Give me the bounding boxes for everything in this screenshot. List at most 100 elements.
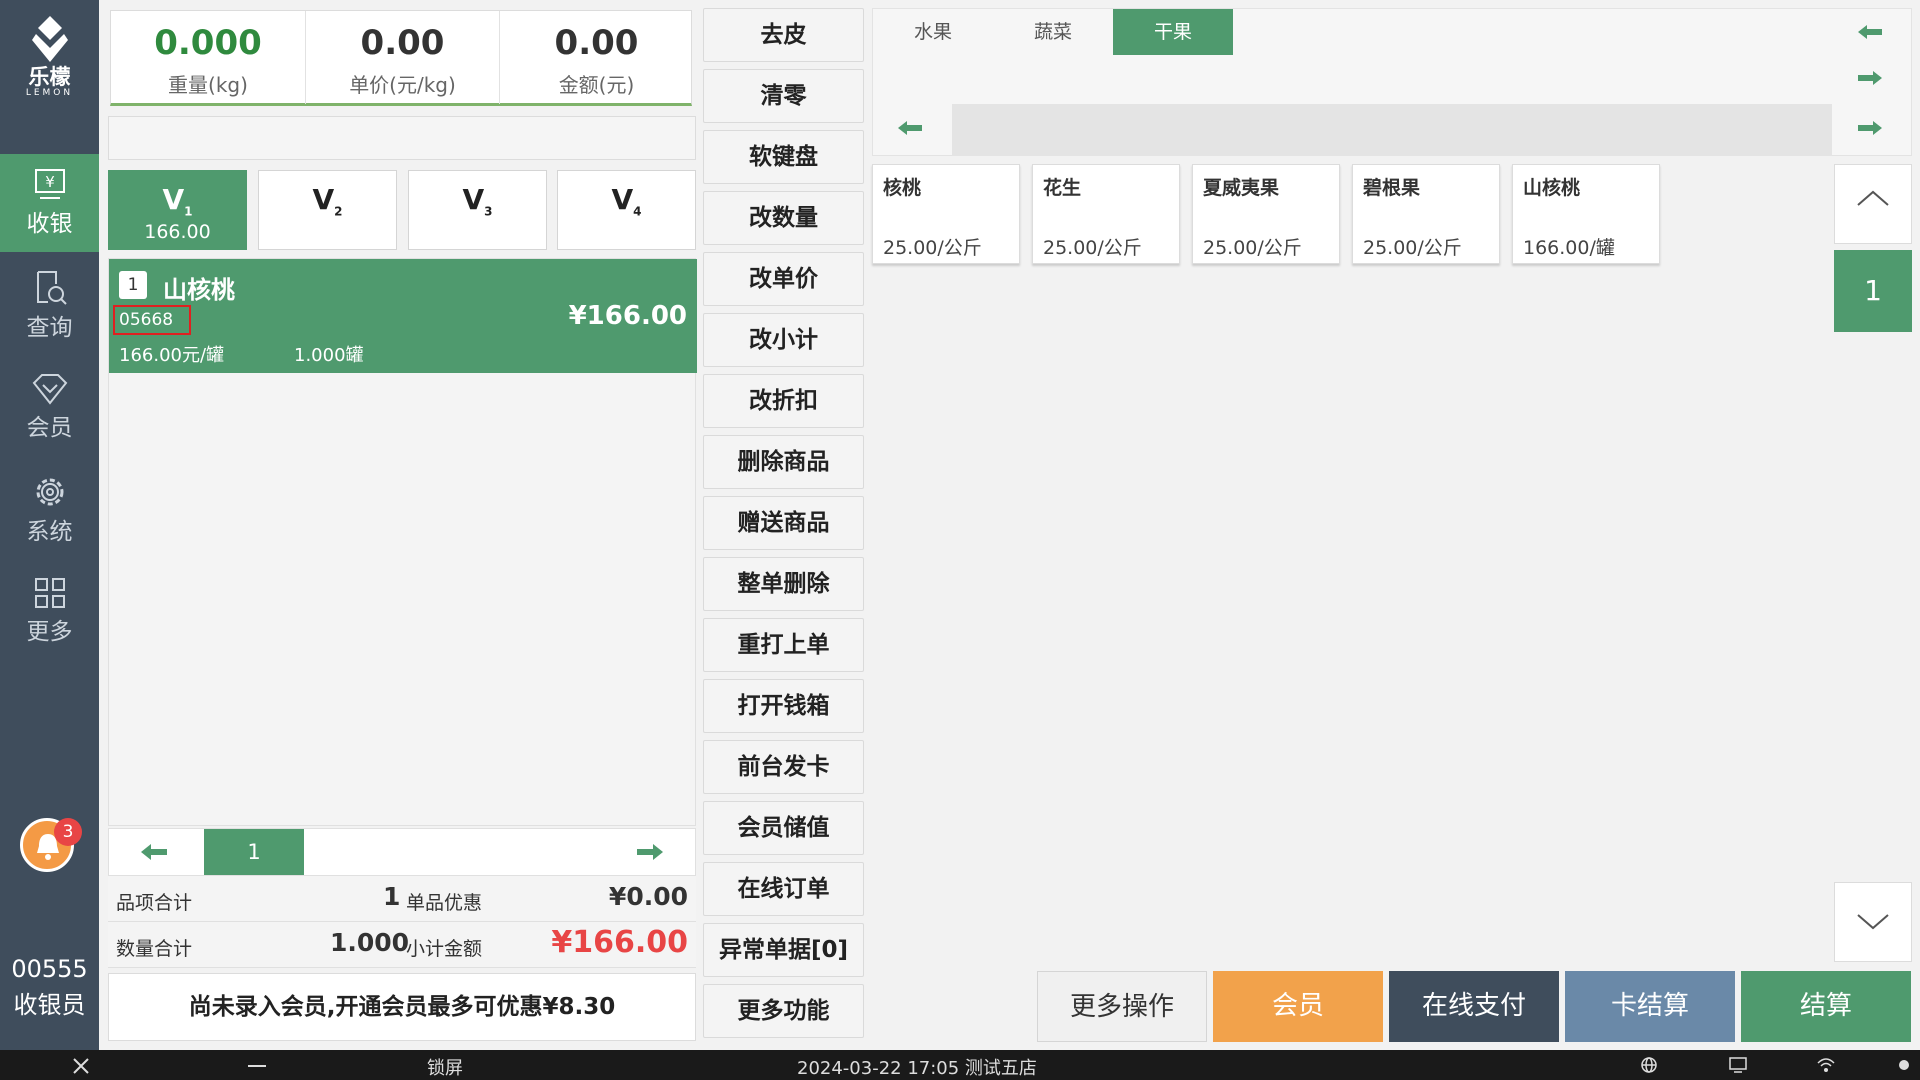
barcode-input-bar[interactable]: [108, 116, 696, 160]
vtab-2[interactable]: V2: [258, 170, 397, 250]
category-tab-dried-fruit[interactable]: 干果: [1113, 9, 1233, 55]
sidebar-item-cashier[interactable]: ¥ 收银: [0, 154, 99, 252]
arrow-left-icon[interactable]: [139, 841, 169, 863]
category-tab-vegetable[interactable]: 蔬菜: [993, 9, 1113, 55]
scroll-up-button[interactable]: [1834, 164, 1912, 244]
qty-value: 1.000: [330, 928, 410, 957]
product-price: 25.00/公斤: [883, 237, 982, 259]
cart-item-code: 05668: [113, 305, 191, 335]
weight-value: 0.000: [154, 23, 262, 63]
delete-item-button[interactable]: 删除商品: [703, 435, 864, 489]
reprint-button[interactable]: 重打上单: [703, 618, 864, 672]
card-settle-button[interactable]: 卡结算: [1565, 971, 1735, 1042]
product-page-number: 1: [1834, 250, 1912, 332]
product-card[interactable]: 核桃 25.00/公斤: [872, 164, 1020, 264]
member-promo[interactable]: 尚未录入会员,开通会员最多可优惠¥8.30: [108, 973, 696, 1041]
cart-item-price: 166.00元/罐: [119, 345, 225, 366]
sidebar-item-member[interactable]: 会员: [0, 358, 99, 456]
abnormal-orders-button[interactable]: 异常单据[0]: [703, 923, 864, 977]
arrow-right-icon[interactable]: [1856, 118, 1884, 138]
member-button[interactable]: 会员: [1213, 971, 1383, 1042]
arrow-right-icon[interactable]: [635, 841, 665, 863]
cart-item[interactable]: 1 山核桃 05668 ¥166.00 166.00元/罐 1.000罐: [109, 259, 697, 373]
summary-row-items: 品项合计 1 单品优惠 ¥0.00: [108, 876, 696, 922]
amount-cell: 0.00 金额(元): [499, 11, 693, 104]
weight-cell: 0.000 重量(kg): [111, 11, 305, 104]
sidebar-item-query[interactable]: 查询: [0, 256, 99, 354]
vtab-1[interactable]: V1 166.00: [108, 170, 247, 250]
zero-button[interactable]: 清零: [703, 69, 864, 123]
vtab-4[interactable]: V4: [557, 170, 696, 250]
soft-keyboard-button[interactable]: 软键盘: [703, 130, 864, 184]
issue-card-button[interactable]: 前台发卡: [703, 740, 864, 794]
edit-subtotal-button[interactable]: 改小计: [703, 313, 864, 367]
globe-icon[interactable]: [1640, 1056, 1658, 1074]
chevron-up-icon: [1857, 190, 1889, 206]
product-card[interactable]: 碧根果 25.00/公斤: [1352, 164, 1500, 264]
gift-item-button[interactable]: 赠送商品: [703, 496, 864, 550]
unit-price-value: 0.00: [360, 23, 445, 63]
status-bar: 锁屏 2024-03-22 17:05 测试五店: [0, 1050, 1920, 1080]
sidebar-item-system[interactable]: 系统: [0, 460, 99, 558]
datetime-store: 2024-03-22 17:05 测试五店: [797, 1058, 1037, 1079]
amount-label: 金额(元): [558, 73, 635, 97]
close-icon[interactable]: [72, 1057, 90, 1075]
vtab-name: V3: [462, 183, 493, 219]
open-drawer-button[interactable]: 打开钱箱: [703, 679, 864, 733]
subtotal-value: ¥166.00: [551, 925, 688, 960]
checkout-button[interactable]: 结算: [1741, 971, 1911, 1042]
product-price: 166.00/罐: [1523, 237, 1615, 259]
member-topup-button[interactable]: 会员储值: [703, 801, 864, 855]
edit-qty-button[interactable]: 改数量: [703, 191, 864, 245]
sidebar-item-label: 会员: [26, 415, 73, 441]
edit-price-button[interactable]: 改单价: [703, 252, 864, 306]
cart-item-total: ¥166.00: [568, 301, 687, 331]
product-card[interactable]: 夏威夷果 25.00/公斤: [1192, 164, 1340, 264]
product-price: 25.00/公斤: [1363, 237, 1462, 259]
wifi-icon[interactable]: [1816, 1056, 1836, 1074]
cart-item-qty: 1.000罐: [294, 345, 364, 366]
sidebar: 乐檬 LEMON ¥ 收银 查询 会员 系统 更多 3 00555 收银员: [0, 0, 99, 1050]
product-name: 夏威夷果: [1203, 177, 1280, 199]
cart-list: 1 山核桃 05668 ¥166.00 166.00元/罐 1.000罐: [108, 258, 697, 826]
brand-logo: 乐檬 LEMON: [0, 14, 99, 114]
arrow-right-icon[interactable]: [1856, 68, 1884, 88]
brand-name: 乐檬: [28, 65, 71, 89]
cart-line-number: 1: [119, 271, 147, 299]
monitor-icon[interactable]: [1728, 1056, 1748, 1074]
status-dot-icon: [1899, 1060, 1909, 1070]
notification-badge: 3: [54, 818, 82, 846]
delete-order-button[interactable]: 整单删除: [703, 557, 864, 611]
cart-page-number: 1: [204, 829, 304, 875]
search-doc-icon: [36, 271, 67, 305]
scroll-down-button[interactable]: [1834, 882, 1912, 962]
product-card[interactable]: 山核桃 166.00/罐: [1512, 164, 1660, 264]
category-tab-fruit[interactable]: 水果: [873, 9, 993, 55]
more-actions-button[interactable]: 更多操作: [1037, 971, 1207, 1042]
product-name: 碧根果: [1363, 177, 1421, 199]
arrow-left-icon[interactable]: [1856, 22, 1884, 42]
edit-discount-button[interactable]: 改折扣: [703, 374, 864, 428]
vtab-3[interactable]: V3: [408, 170, 547, 250]
arrow-left-icon[interactable]: [896, 118, 924, 138]
online-pay-button[interactable]: 在线支付: [1389, 971, 1559, 1042]
amount-value: 0.00: [554, 23, 639, 63]
more-functions-button[interactable]: 更多功能: [703, 984, 864, 1038]
sidebar-item-more[interactable]: 更多: [0, 562, 99, 660]
product-card[interactable]: 花生 25.00/公斤: [1032, 164, 1180, 264]
lock-screen-button[interactable]: 锁屏: [427, 1054, 463, 1080]
diamond-icon: [32, 374, 67, 405]
product-price: 25.00/公斤: [1203, 237, 1302, 259]
vtab-amount: 166.00: [144, 220, 211, 243]
item-count-value: 1: [383, 882, 401, 911]
online-orders-button[interactable]: 在线订单: [703, 862, 864, 916]
tare-button[interactable]: 去皮: [703, 8, 864, 62]
minimize-icon[interactable]: [248, 1064, 266, 1068]
product-name: 山核桃: [1523, 177, 1581, 199]
cashier-role: 收银员: [13, 991, 86, 1019]
subcategory-bar: [952, 104, 1832, 156]
unit-price-label: 单价(元/kg): [349, 73, 456, 97]
brand-sub: LEMON: [25, 88, 74, 98]
chevron-down-icon: [1857, 914, 1889, 930]
svg-text:¥: ¥: [45, 173, 55, 191]
